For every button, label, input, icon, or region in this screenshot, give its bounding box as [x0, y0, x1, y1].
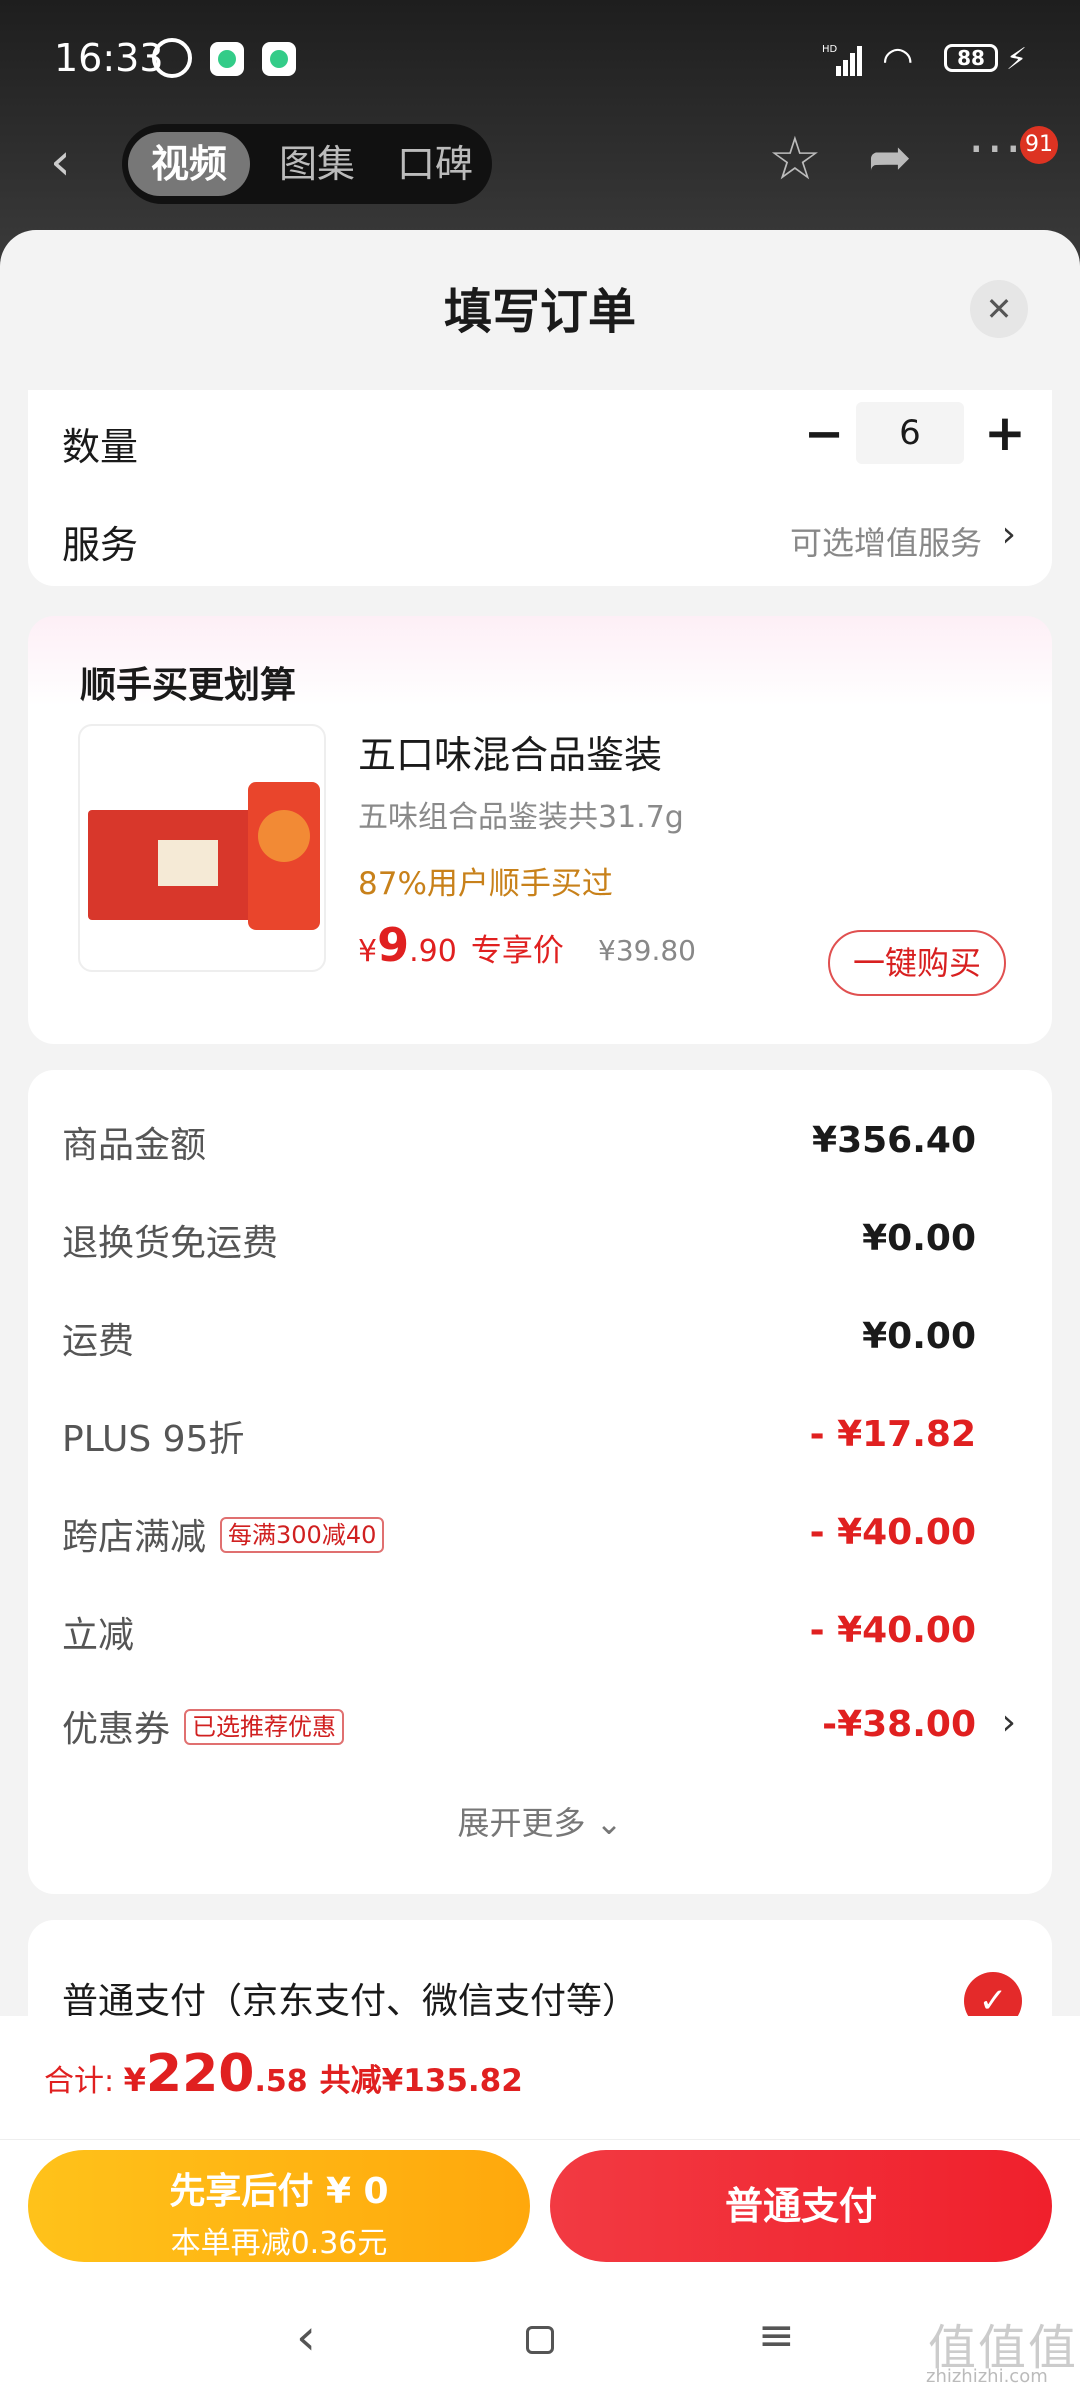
watermark-domain: zhizhizhi.com [926, 2366, 1048, 2387]
price-row-value: - ¥17.82 [809, 1414, 976, 1455]
tab-reviews[interactable]: 口碑 [380, 132, 490, 196]
app-notification-icon [210, 42, 244, 76]
order-total: 合计: ¥220.58 共减¥135.82 [44, 2044, 523, 2104]
nav-recents-icon[interactable]: ≡ [758, 2310, 795, 2361]
status-bar: 16:33 HD ◠ 88 ⚡ [0, 30, 1080, 90]
share-icon[interactable]: ➦ [868, 128, 912, 188]
pay-later-sublabel: 本单再减0.36元 [170, 2226, 388, 2261]
price-row: 跨店满减 每满300减40 - ¥40.00 [28, 1498, 1052, 1568]
price-symbol: ¥ [358, 934, 378, 969]
expand-more-button[interactable]: 展开更多 ⌄ [28, 1798, 1052, 1844]
price-row-value: ¥0.00 [862, 1218, 976, 1259]
tab-video[interactable]: 视频 [128, 132, 250, 196]
quantity-input[interactable]: 6 [856, 402, 964, 464]
close-icon[interactable]: ✕ [970, 280, 1028, 338]
product-purchase-rate: 87%用户顺手买过 [358, 866, 613, 902]
chevron-right-icon[interactable]: › [1002, 1702, 1016, 1743]
charging-icon: ⚡ [1006, 42, 1028, 77]
increase-quantity-button[interactable]: + [984, 404, 1026, 462]
one-click-buy-button[interactable]: 一键购买 [828, 930, 1006, 996]
app-notification-icon [262, 42, 296, 76]
product-price: ¥9.90 专享价 [358, 918, 564, 972]
coupon-row[interactable]: 优惠券 已选推荐优惠 -¥38.00 › [28, 1690, 1052, 1760]
product-name[interactable]: 五口味混合品鉴装 [358, 724, 662, 779]
upsell-heading: 顺手买更划算 [80, 665, 297, 706]
wifi-icon: ◠ [882, 40, 914, 81]
price-row-label: 退换货免运费 [62, 1223, 279, 1264]
price-row-label: PLUS 95折 [62, 1419, 245, 1460]
price-row-label: 优惠券 [62, 1709, 171, 1750]
price-breakdown-card: 商品金额 ¥356.40 退换货免运费 ¥0.00 运费 ¥0.00 PLUS … [28, 1070, 1052, 1894]
total-symbol: ¥ [123, 2061, 146, 2099]
decrease-quantity-button[interactable]: − [804, 406, 844, 462]
pay-later-button[interactable]: 先享后付 ¥ 0 本单再减0.36元 [28, 2150, 530, 2262]
promo-pill: 每满300减40 [220, 1517, 385, 1553]
message-count-badge: 91 [1020, 126, 1058, 164]
media-tab-switcher: 视频 图集 口碑 [122, 124, 492, 204]
price-row-label: 跨店满减 [62, 1517, 207, 1558]
price-row-value: -¥38.00 [822, 1704, 976, 1745]
original-price: ¥39.80 [598, 934, 696, 967]
price-row-value: - ¥40.00 [809, 1610, 976, 1651]
price-row: 商品金额 ¥356.40 [28, 1106, 1052, 1176]
price-tag: 专享价 [470, 933, 564, 969]
svg-text:HD: HD [822, 44, 838, 55]
price-row-label: 立减 [62, 1615, 135, 1656]
total-decimal: .58 [254, 2064, 308, 2099]
system-nav-bar: ‹ ≡ 值值值 zhizhizhi.com [0, 2290, 1080, 2400]
total-label: 合计: [44, 2064, 124, 2099]
upsell-card: 顺手买更划算 五口味混合品鉴装 五味组合品鉴装共31.7g 87%用户顺手买过 … [28, 616, 1052, 1044]
sheet-title: 填写订单 [443, 284, 636, 340]
price-decimal: .90 [409, 934, 457, 969]
alarm-icon [152, 38, 192, 78]
battery-icon: 88 [944, 44, 998, 72]
chevron-right-icon[interactable]: › [1002, 514, 1016, 555]
nav-home-icon[interactable] [526, 2326, 554, 2354]
service-option-link[interactable]: 可选增值服务 [790, 518, 982, 564]
price-row: PLUS 95折 - ¥17.82 [28, 1400, 1052, 1470]
total-integer: 220 [145, 2044, 255, 2104]
price-row: 立减 - ¥40.00 [28, 1596, 1052, 1666]
order-options-card: 数量 − 6 + 服务 可选增值服务 › [28, 390, 1052, 586]
price-row: 运费 ¥0.00 [28, 1302, 1052, 1372]
price-row-label: 商品金额 [62, 1125, 207, 1166]
total-strip: 合计: ¥220.58 共减¥135.82 [0, 2016, 1080, 2140]
price-row-value: ¥0.00 [862, 1316, 976, 1357]
product-image[interactable] [78, 724, 326, 972]
price-row-label: 运费 [62, 1321, 135, 1362]
pay-later-label: 先享后付 ¥ 0 [169, 2171, 389, 2212]
back-icon[interactable]: ‹ [50, 132, 71, 192]
status-time: 16:33 [54, 36, 164, 80]
price-integer: 9 [377, 918, 410, 972]
price-row: 退换货免运费 ¥0.00 [28, 1204, 1052, 1274]
total-savings: 共减¥135.82 [319, 2063, 523, 2099]
price-row-value: ¥356.40 [812, 1120, 976, 1161]
normal-pay-button[interactable]: 普通支付 [550, 2150, 1052, 2262]
service-label: 服务 [62, 523, 139, 567]
quantity-label: 数量 [62, 425, 139, 469]
tab-gallery[interactable]: 图集 [262, 132, 372, 196]
coupon-pill: 已选推荐优惠 [184, 1709, 345, 1745]
price-row-value: - ¥40.00 [809, 1512, 976, 1553]
more-icon[interactable]: ··· [968, 120, 1024, 180]
nav-back-icon[interactable]: ‹ [296, 2308, 316, 2366]
favorite-star-icon[interactable]: ☆ [768, 124, 822, 194]
product-description: 五味组合品鉴装共31.7g [358, 800, 684, 835]
signal-icon: HD [822, 44, 862, 76]
